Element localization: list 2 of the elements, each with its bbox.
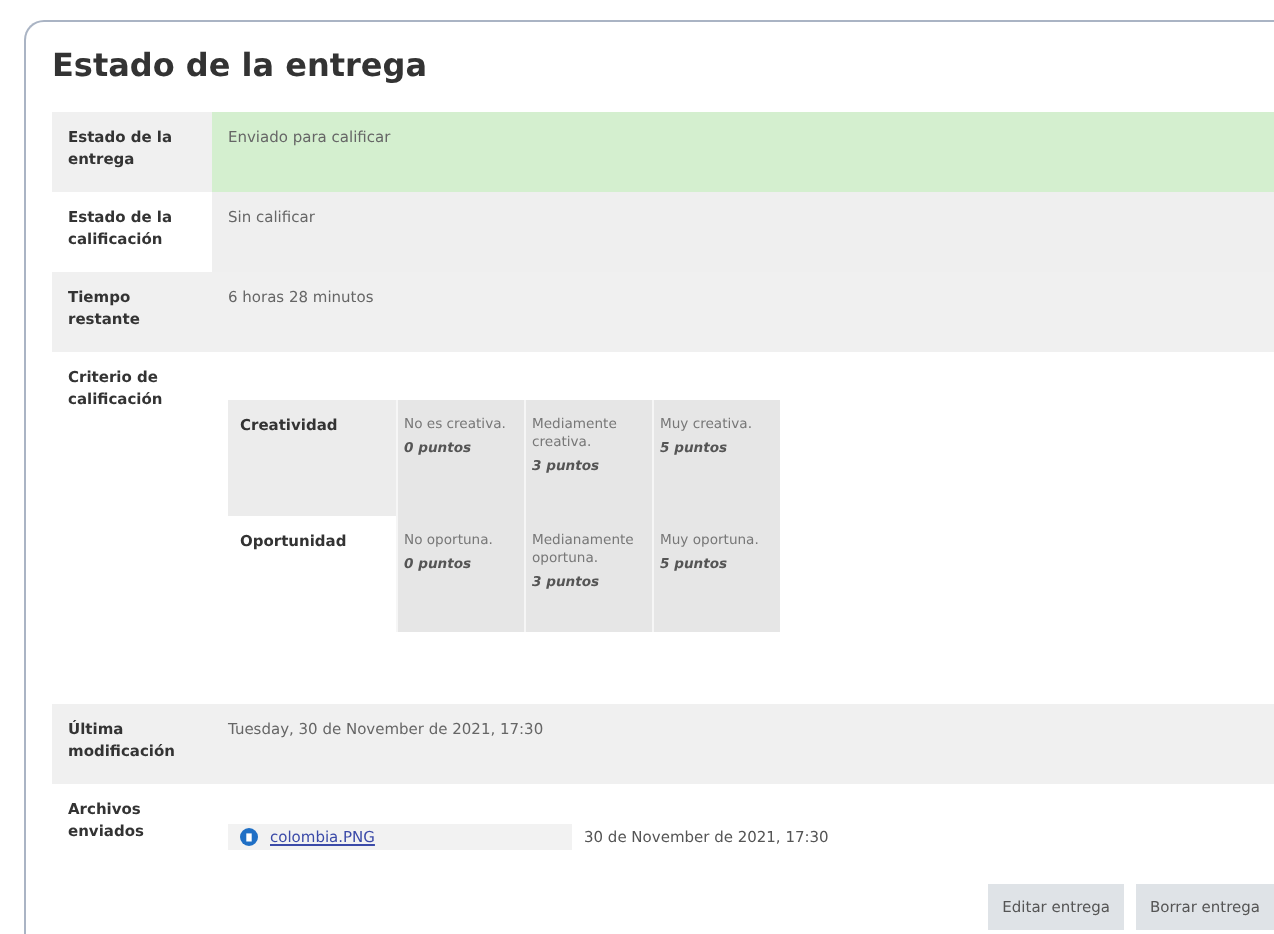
file-icon <box>240 828 258 846</box>
section-title: Estado de la entrega <box>52 46 430 84</box>
